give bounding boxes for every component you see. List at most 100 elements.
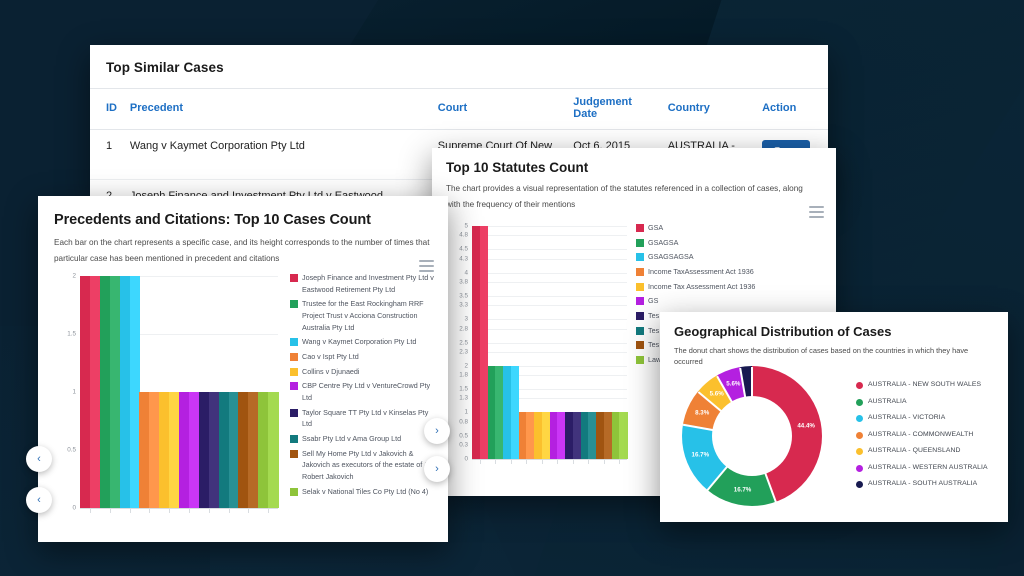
legend-color-swatch	[290, 338, 298, 347]
legend-color-swatch	[290, 367, 298, 376]
legend-item[interactable]: GSA	[636, 222, 826, 234]
legend-color-dot	[856, 464, 863, 472]
legend-label: Taylor Square TT Pty Ltd v Kinselas Pty …	[302, 407, 429, 429]
legend-label: GSAGSA	[648, 237, 679, 247]
x-axis-tick	[228, 509, 230, 513]
legend-label: AUSTRALIA	[868, 397, 907, 405]
legend-color-swatch	[636, 297, 644, 306]
column-header-country[interactable]: Country	[661, 88, 757, 130]
cell-precedent[interactable]: Wang v Kaymet Corporation Pty Ltd	[123, 129, 432, 180]
y-axis-tick-label: 1.8	[459, 371, 468, 379]
legend-item[interactable]: Joseph Finance and Investment Pty Ltd v …	[290, 272, 440, 295]
legend-label: Cao v Ispt Pty Ltd	[302, 351, 359, 361]
column-header-judgement-date[interactable]: Judgement Date	[567, 88, 662, 130]
chart-gridline	[472, 342, 627, 344]
legend-item[interactable]: Taylor Square TT Pty Ltd v Kinselas Pty …	[290, 407, 440, 430]
donut-slice-value-label: 44.4%	[797, 422, 815, 430]
precedents-citations-panel: Precedents and Citations: Top 10 Cases C…	[38, 196, 448, 542]
carousel-next-button-bottom[interactable]: ›	[424, 456, 450, 482]
y-axis-tick-label: 4	[464, 269, 468, 277]
x-axis-tick	[619, 460, 621, 464]
chart-gridline	[472, 328, 627, 330]
y-axis-tick-label: 3	[464, 315, 468, 323]
y-axis-tick-label: 5	[464, 222, 468, 230]
y-axis-tick-label: 3.3	[459, 301, 468, 309]
legend-item[interactable]: Selak v National Tiles Co Pty Ltd (No 4)	[290, 486, 440, 498]
legend-color-swatch	[290, 434, 298, 443]
x-axis-tick	[248, 509, 250, 513]
legend-item[interactable]: GSAGSA	[636, 237, 826, 249]
legend-color-swatch	[636, 238, 644, 247]
x-axis-tick	[208, 509, 210, 513]
y-axis-tick-label: 2	[464, 362, 468, 370]
legend-color-swatch	[290, 487, 298, 496]
x-axis-tick	[109, 509, 111, 513]
panel-title-precedents: Precedents and Citations: Top 10 Cases C…	[54, 212, 371, 228]
carousel-prev-button-bottom[interactable]: ‹	[26, 487, 52, 513]
legend-item[interactable]: AUSTRALIA - NEW SOUTH WALES	[856, 380, 1006, 391]
legend-label: AUSTRALIA - QUEENSLAND	[868, 447, 961, 455]
legend-item[interactable]: GS	[636, 295, 826, 307]
column-header-precedent[interactable]: Precedent	[123, 88, 432, 130]
legend-label: Selak v National Tiles Co Pty Ltd (No 4)	[302, 486, 429, 496]
legend-item[interactable]: Sell My Home Pty Ltd v Jakovich & Jakovi…	[290, 448, 440, 483]
y-axis-tick-label: 4.8	[459, 231, 468, 239]
carousel-prev-button-top[interactable]: ‹	[26, 446, 52, 472]
legend-color-swatch	[290, 408, 298, 417]
y-axis-tick-label: 1.5	[459, 385, 468, 393]
carousel-next-button-top[interactable]: ›	[424, 418, 450, 444]
x-axis-tick	[588, 460, 590, 464]
y-axis-tick-label: 0	[464, 455, 468, 463]
donut-slice-value-label: 8.3%	[695, 409, 710, 417]
legend-color-swatch	[636, 326, 644, 335]
legend-label: AUSTRALIA - NEW SOUTH WALES	[868, 381, 982, 388]
legend-item[interactable]: Income TaxAssessment Act 1936	[636, 266, 826, 278]
column-header-id[interactable]: ID	[90, 88, 124, 130]
screenshot-stage: Top Similar Cases ID Precedent Court Jud…	[0, 0, 1024, 576]
legend-item[interactable]: AUSTRALIA - COMMONWEALTH	[856, 430, 1006, 441]
legend-label: Joseph Finance and Investment Pty Ltd v …	[302, 273, 434, 294]
legend-label: AUSTRALIA - VICTORIA	[868, 414, 946, 422]
y-axis-tick-label: 1	[464, 408, 468, 416]
legend-item[interactable]: AUSTRALIA - SOUTH AUSTRALIA	[856, 479, 1006, 490]
chart-menu-hamburger-icon[interactable]	[419, 260, 434, 272]
y-axis-tick-label: 2.8	[459, 325, 468, 333]
chart-gridline	[472, 226, 627, 227]
legend-label: Collins v Djunaedi	[302, 366, 360, 376]
legend-item[interactable]: AUSTRALIA	[856, 397, 1006, 408]
legend-item[interactable]: AUSTRALIA - WESTERN AUSTRALIA	[856, 463, 1006, 474]
legend-item[interactable]: Wang v Kaymet Corporation Pty Ltd	[290, 336, 440, 348]
legend-item[interactable]: CBP Centre Pty Ltd v VentureCrowd Pty Lt…	[290, 380, 440, 403]
x-axis-tick	[188, 509, 190, 513]
donut-hole	[712, 396, 792, 476]
legend-item[interactable]: AUSTRALIA - VICTORIA	[856, 413, 1006, 424]
legend-label: AUSTRALIA - SOUTH AUSTRALIA	[868, 480, 978, 488]
legend-item[interactable]: Income Tax Assessment Act 1936	[636, 281, 826, 293]
legend-label: AUSTRALIA - COMMONWEALTH	[868, 430, 974, 438]
legend-item[interactable]: Ssabr Pty Ltd v Ama Group Ltd	[290, 433, 440, 445]
legend-label: Ssabr Pty Ltd v Ama Group Ltd	[302, 433, 402, 443]
legend-color-swatch	[636, 341, 644, 350]
legend-item[interactable]: AUSTRALIA - QUEENSLAND	[856, 446, 1006, 457]
x-axis-tick	[89, 509, 91, 513]
column-header-court[interactable]: Court	[431, 88, 568, 130]
legend-item[interactable]: Collins v Djunaedi	[290, 366, 440, 378]
y-axis-tick-label: 0.5	[67, 446, 76, 454]
chart-gridline	[472, 249, 627, 251]
legend-item[interactable]: Trustee for the East Rockingham RRF Proj…	[290, 298, 440, 333]
legend-color-dot	[856, 448, 863, 456]
legend-item[interactable]: Cao v Ispt Pty Ltd	[290, 351, 440, 363]
chart-gridline	[472, 319, 627, 321]
legend-color-swatch	[290, 274, 298, 282]
chart-bar[interactable]	[268, 392, 279, 508]
donut-slice-value-label: 16.7%	[691, 451, 710, 459]
x-axis-tick	[541, 460, 543, 464]
chart-bar[interactable]	[619, 412, 628, 459]
legend-color-swatch	[636, 355, 644, 364]
legend-item[interactable]: GSAGSAGSA	[636, 251, 826, 263]
chart-menu-hamburger-icon[interactable]	[809, 206, 824, 218]
legend-label: Income TaxAssessment Act 1936	[648, 266, 754, 276]
x-axis-tick	[495, 460, 497, 464]
legend-label: GS	[648, 296, 659, 306]
x-axis-tick	[526, 460, 528, 464]
